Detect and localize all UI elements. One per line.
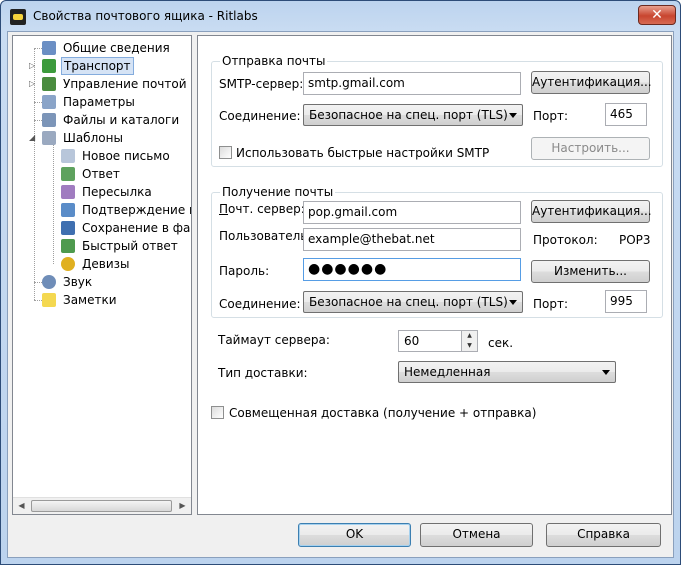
quick-smtp-label[interactable]: Использовать быстрые настройки SMTP: [236, 146, 489, 160]
pop-server-label: Почт. сервер:: [219, 202, 305, 216]
window-title: Свойства почтового ящика - Ritlabs: [33, 9, 258, 23]
title-bar[interactable]: Свойства почтового ящика - Ritlabs ✕: [1, 1, 680, 31]
delivery-type-select[interactable]: Немедленная: [398, 361, 616, 383]
tree-line: [34, 120, 42, 121]
smtp-connection-select[interactable]: Безопасное на спец. порт (TLS): [303, 104, 523, 126]
dialog-client: ▷ ▷ ◢ Общие сведения Транспорт Управлени…: [7, 31, 674, 558]
ok-button[interactable]: OK: [298, 523, 411, 547]
smtp-server-input[interactable]: smtp.gmail.com: [303, 72, 521, 95]
mail-management-icon: [42, 77, 56, 91]
reply-icon: [61, 167, 75, 181]
smtp-connection-label: Соединение:: [219, 109, 301, 123]
timeout-label: Таймаут сервера:: [218, 333, 330, 347]
pop-protocol-value: POP3: [619, 233, 651, 247]
spin-up-icon[interactable]: ▲: [461, 331, 477, 341]
quick-reply-icon: [61, 239, 75, 253]
scroll-left-icon[interactable]: ◀: [13, 498, 30, 514]
save-to-file-icon: [61, 221, 75, 235]
dropdown-arrow-icon: [509, 113, 517, 118]
collapsed-arrow-icon[interactable]: ▷: [29, 80, 37, 88]
read-confirmation-icon: [61, 203, 75, 217]
transport-panel: Отправка почты SMTP-сервер: smtp.gmail.c…: [197, 35, 672, 515]
delivery-type-value: Немедленная: [404, 365, 491, 379]
the-bat-app-icon: [10, 9, 26, 25]
pop-server-input[interactable]: pop.gmail.com: [303, 201, 521, 224]
new-letter-icon: [61, 149, 75, 163]
change-password-button[interactable]: Изменить...: [531, 260, 650, 283]
smtp-port-input[interactable]: 465: [605, 103, 647, 126]
pop-connection-value: Безопасное на спец. порт (TLS): [309, 295, 508, 309]
combined-delivery-checkbox[interactable]: [211, 406, 224, 419]
pop-group: Получение почты Почт. сервер: pop.gmail.…: [211, 185, 663, 318]
pop-user-input[interactable]: example@thebat.net: [303, 228, 521, 251]
tree-horizontal-scrollbar[interactable]: ◀ ▶: [13, 497, 191, 514]
pop-password-input[interactable]: ●●●●●●: [303, 258, 521, 281]
smtp-server-label: SMTP-сервер:: [219, 77, 304, 91]
spin-down-icon[interactable]: ▼: [461, 341, 477, 351]
delivery-type-label: Тип доставки:: [218, 366, 308, 380]
pop-user-label: Пользователь:: [219, 229, 312, 243]
combined-delivery-label[interactable]: Совмещенная доставка (получение + отправ…: [229, 406, 536, 420]
smtp-group: Отправка почты SMTP-сервер: smtp.gmail.c…: [211, 54, 663, 167]
speaker-icon: [42, 275, 56, 289]
pop-password-label: Пароль:: [219, 264, 270, 278]
tree-line: [53, 144, 54, 264]
pop-protocol-label: Протокол:: [533, 233, 598, 247]
templates-icon: [42, 131, 56, 145]
dropdown-arrow-icon: [602, 370, 610, 375]
forward-icon: [61, 185, 75, 199]
cancel-button[interactable]: Отмена: [420, 523, 533, 547]
pop-connection-label: Соединение:: [219, 297, 301, 311]
scrollbar-thumb[interactable]: [31, 500, 172, 512]
note-icon: [42, 293, 56, 307]
smtp-group-title: Отправка почты: [220, 54, 328, 68]
expanded-arrow-icon[interactable]: ◢: [29, 134, 37, 142]
timeout-unit: сек.: [488, 336, 514, 350]
tree-line: [34, 282, 42, 283]
configure-button[interactable]: Настроить...: [531, 137, 650, 160]
properties-window: Свойства почтового ящика - Ritlabs ✕ ▷ ▷…: [0, 0, 681, 565]
pop-port-input[interactable]: 995: [605, 290, 647, 313]
mottos-icon: [61, 257, 75, 271]
pop-group-title: Получение почты: [220, 185, 336, 199]
transport-icon: [42, 59, 56, 73]
tree-line: [34, 48, 42, 49]
tree-line: [34, 300, 42, 301]
info-card-icon: [42, 41, 56, 55]
close-button[interactable]: ✕: [638, 5, 676, 25]
quick-smtp-checkbox[interactable]: [219, 146, 232, 159]
pop-port-label: Порт:: [533, 297, 569, 311]
collapsed-arrow-icon[interactable]: ▷: [29, 62, 37, 70]
parameters-icon: [42, 95, 56, 109]
timeout-value: 60: [404, 334, 420, 348]
tree-line: [34, 102, 42, 103]
settings-tree: ▷ ▷ ◢ Общие сведения Транспорт Управлени…: [12, 35, 192, 515]
pop-auth-button[interactable]: Аутентификация...: [531, 200, 652, 223]
help-button[interactable]: Справка: [546, 523, 661, 547]
timeout-spinner[interactable]: 60 ▲ ▼: [398, 330, 478, 352]
pop-connection-select[interactable]: Безопасное на спец. порт (TLS): [303, 291, 523, 313]
files-icon: [42, 113, 56, 127]
smtp-port-label: Порт:: [533, 109, 569, 123]
smtp-auth-button[interactable]: Аутентификация...: [531, 71, 652, 94]
dropdown-arrow-icon: [509, 300, 517, 305]
scroll-right-icon[interactable]: ▶: [174, 498, 191, 514]
smtp-connection-value: Безопасное на спец. порт (TLS): [309, 108, 508, 122]
